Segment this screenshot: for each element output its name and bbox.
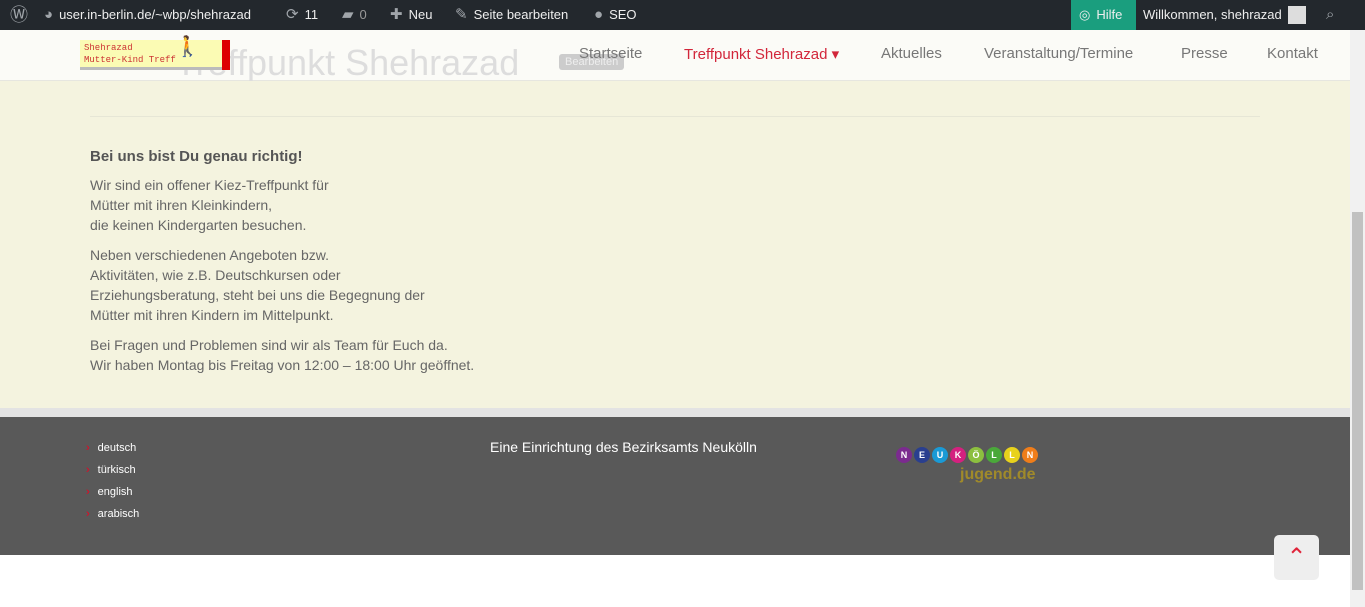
circle-icon: ● xyxy=(594,6,604,23)
svg-text:E: E xyxy=(919,450,925,460)
scrollbar-thumb[interactable] xyxy=(1352,212,1363,590)
lang-link-arabisch[interactable]: › arabisch xyxy=(86,508,139,520)
site-link[interactable]: ◕ user.in-berlin.de/~wbp/shehrazad xyxy=(44,0,251,30)
svg-text:N: N xyxy=(901,450,908,460)
avatar xyxy=(1287,6,1306,24)
chevron-right-icon: › xyxy=(86,442,90,454)
nav-presse[interactable]: Presse xyxy=(1181,45,1228,62)
new-link[interactable]: ✚ Neu xyxy=(390,0,432,30)
refresh-icon: ⟳ xyxy=(286,6,299,23)
neukoelln-jugend-logo[interactable]: N E U K Ö L L N jugend.de xyxy=(890,437,1045,490)
chevron-up-icon: ⌃ xyxy=(1286,544,1307,571)
help-button[interactable]: ◎ Hilfe xyxy=(1071,0,1136,30)
edit-page-link[interactable]: ✎ Seite bearbeiten xyxy=(455,0,568,30)
institution-text: Eine Einrichtung des Bezirksamts Neuköll… xyxy=(490,439,757,455)
nav-treffpunkt[interactable]: Treffpunkt Shehrazad ▾ xyxy=(684,45,839,63)
admin-bar: Ⓦ ◕ user.in-berlin.de/~wbp/shehrazad ⟳ 11 … xyxy=(0,0,1365,30)
content-heading: Bei uns bist Du genau richtig! xyxy=(90,148,303,165)
lang-link-deutsch[interactable]: › deutsch xyxy=(86,442,136,454)
pencil-icon: ✎ xyxy=(455,6,468,23)
svg-text:jugend.de: jugend.de xyxy=(959,466,1036,483)
footer-separator xyxy=(0,408,1350,417)
svg-text:L: L xyxy=(1009,450,1015,460)
scrollbar[interactable] xyxy=(1350,30,1365,607)
plus-icon: ✚ xyxy=(390,6,403,23)
wordpress-logo-icon[interactable]: Ⓦ xyxy=(10,0,28,30)
search-icon[interactable]: ⌕ xyxy=(1326,0,1334,30)
scroll-to-top-button[interactable]: ⌃ xyxy=(1274,535,1319,580)
seo-link[interactable]: ● SEO xyxy=(594,0,637,30)
svg-text:U: U xyxy=(937,450,944,460)
paragraph: Neben verschiedenen Angeboten bzw. Aktiv… xyxy=(90,247,425,323)
footer: › deutsch › türkisch › english › arabisch Ei… xyxy=(0,417,1350,555)
chevron-right-icon: › xyxy=(86,486,90,498)
site-header: Treffpunkt Shehrazad Bearbeiten Shehraza… xyxy=(0,30,1350,83)
account-menu[interactable]: Willkommen, shehrazad xyxy=(1143,0,1306,30)
divider xyxy=(90,116,1260,117)
svg-text:L: L xyxy=(991,450,997,460)
lang-link-tuerkisch[interactable]: › türkisch xyxy=(86,464,136,476)
svg-text:K: K xyxy=(955,450,962,460)
main-content: Bei uns bist Du genau richtig! Wir sind … xyxy=(0,81,1350,408)
nav-kontakt[interactable]: Kontakt xyxy=(1267,45,1318,62)
updates-link[interactable]: ⟳ 11 xyxy=(286,0,318,30)
chevron-right-icon: › xyxy=(86,464,90,476)
svg-text:N: N xyxy=(1027,450,1034,460)
paragraph: Bei Fragen und Problemen sind wir als Te… xyxy=(90,337,475,373)
svg-text:Ö: Ö xyxy=(972,450,979,460)
site-logo[interactable]: Shehrazad Mutter-Kind Treff 🚶 xyxy=(80,37,230,70)
paragraph: Wir sind ein offener Kiez-Treffpunkt für… xyxy=(90,177,329,233)
nav-veranstaltung[interactable]: Veranstaltung/Termine xyxy=(984,45,1133,62)
lang-link-english[interactable]: › english xyxy=(86,486,133,498)
chevron-right-icon: › xyxy=(86,508,90,520)
nav-startseite[interactable]: Startseite xyxy=(579,45,642,62)
family-icon: 🚶 xyxy=(175,37,200,60)
nav-aktuelles[interactable]: Aktuelles xyxy=(881,45,942,62)
comments-link[interactable]: ▰ 0 xyxy=(342,0,367,30)
lifebuoy-icon: ◎ xyxy=(1079,7,1091,22)
comment-icon: ▰ xyxy=(342,6,354,23)
dashboard-icon: ◕ xyxy=(44,6,54,23)
